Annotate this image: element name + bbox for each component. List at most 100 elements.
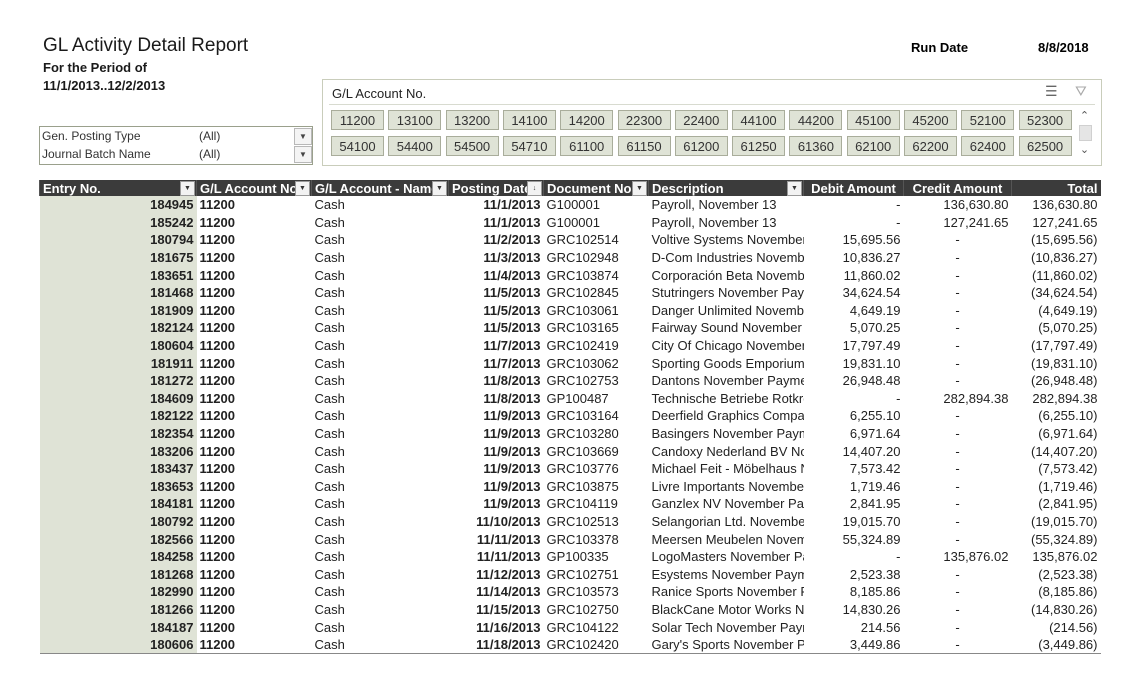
slicer-item-52300[interactable]: 52300 [1018,110,1072,130]
filter-dropdown-icon[interactable]: ▼ [632,181,647,196]
document-no-cell: GP100487 [546,390,609,406]
clear-filter-icon[interactable]: ⛛ [1075,83,1087,100]
dropdown-arrow-icon[interactable]: ▼ [294,128,312,145]
table-row: 181266 11200 Cash 11/15/2013 GRC102750 BlackC… [39,600,1101,619]
table-row: 181272 11200 Cash 11/8/2013 GRC102753 Dantons… [39,371,1101,390]
filter-journal-batch-name[interactable]: Journal Batch Name (All) ▼ [40,145,312,163]
entry-no-cell: 184945 [39,196,197,214]
debit-amount-cell: 3,449.86 [803,635,904,655]
filter-gen-posting-type[interactable]: Gen. Posting Type (All) ▼ [40,127,312,145]
filter-dropdown-icon[interactable]: ▼ [295,181,310,196]
entry-no-cell: 180604 [39,336,197,355]
description-cell: Michael Feit - Möbelhaus November [651,461,804,477]
entry-no-cell: 183653 [39,477,197,496]
slicer-item-61150[interactable]: 61150 [617,136,671,156]
slicer-item-14200[interactable]: 14200 [560,110,614,130]
gl-account-name-cell: Cash [314,267,345,283]
slicer-item-22400[interactable]: 22400 [674,110,728,130]
gl-account-no-cell: 11200 [199,461,235,477]
table-row: 181675 11200 Cash 11/3/2013 GRC102948 D-Com I… [39,248,1101,267]
gl-account-no-cell: 11200 [199,338,235,354]
slicer-item-44100[interactable]: 44100 [732,110,786,130]
gl-account-name-cell: Cash [314,373,345,389]
entry-no-cell: 184181 [39,495,197,513]
description-cell: BlackCane Motor Works November [651,601,804,617]
slicer-item-11200[interactable]: 11200 [331,110,384,130]
multi-select-icon[interactable]: ☰ [1045,83,1058,100]
col-document-no[interactable]: Document No. ▼ [543,180,649,196]
col-gl-account-no[interactable]: G/L Account No. ▼ [196,180,312,196]
run-date-value: 8/8/2018 [1038,40,1089,55]
credit-amount-cell: - [955,250,960,266]
credit-amount-cell: - [955,619,960,635]
slicer-item-61100[interactable]: 61100 [560,136,614,156]
table-row: 184258 11200 Cash 11/11/2013 GP100335 LogoMas… [39,547,1101,566]
gl-account-no-cell: 11200 [199,302,235,318]
posting-date-cell: 11/9/2013 [483,426,541,442]
document-no-cell: GRC103165 [546,320,619,336]
total-cell: (4,649.19) [1038,302,1098,318]
col-gl-account-name[interactable]: G/L Account - Name ▼ [311,180,449,196]
entry-no-cell: 182566 [39,530,197,548]
dropdown-arrow-icon[interactable]: ▼ [294,146,312,163]
description-cell: Dantons November Payment [651,373,804,389]
col-entry-no[interactable]: Entry No. ▼ [39,180,197,196]
description-cell: Candoxy Nederland BV November [651,443,804,459]
entry-no-cell: 181268 [39,565,197,584]
slicer-item-54400[interactable]: 54400 [388,136,442,156]
slicer-item-45200[interactable]: 45200 [904,110,957,130]
entry-no-cell: 182122 [39,407,197,425]
credit-amount-cell: - [955,584,960,600]
sort-ascending-icon[interactable]: ↓ [527,181,542,196]
slicer-item-44200[interactable]: 44200 [789,110,843,130]
debit-amount-cell: 11,860.02 [843,267,901,283]
slicer-item-61250[interactable]: 61250 [732,136,786,156]
slicer-item-13200[interactable]: 13200 [445,110,499,130]
posting-date-cell: 11/2/2013 [483,232,541,248]
debit-amount-cell: 55,324.89 [842,531,901,547]
slicer-item-62500[interactable]: 62500 [1018,136,1072,156]
slicer-scrollbar[interactable]: ⌃ ⌄ [1076,109,1093,157]
slicer-item-61200[interactable]: 61200 [674,136,728,156]
table-row: 183437 11200 Cash 11/9/2013 GRC103776 Michael… [39,459,1101,478]
debit-amount-cell: 2,841.95 [849,496,901,512]
slicer-divider [329,104,1095,105]
scroll-down-icon[interactable]: ⌄ [1076,143,1093,157]
col-posting-date[interactable]: Posting Date ↓ [448,180,544,196]
table-row: 181468 11200 Cash 11/5/2013 GRC102845 Stutrin… [39,283,1101,302]
gl-account-no-cell: 11200 [199,250,235,266]
slicer-item-62100[interactable]: 62100 [846,136,900,156]
table-row: 184609 11200 Cash 11/8/2013 GP100487 Technisc… [39,389,1101,408]
debit-amount-cell: 17,797.49 [842,338,901,354]
gl-account-name-cell: Cash [314,531,345,547]
posting-date-cell: 11/1/2013 [483,197,541,213]
slicer-item-54100[interactable]: 54100 [331,136,384,156]
slicer-item-54500[interactable]: 54500 [445,136,499,156]
filter-dropdown-icon[interactable]: ▼ [180,181,195,196]
filter-dropdown-icon[interactable]: ▼ [432,181,447,196]
slicer-item-45100[interactable]: 45100 [846,110,900,130]
col-credit-amount: Credit Amount [903,180,1012,196]
filter-dropdown-icon[interactable]: ▼ [787,181,802,196]
document-no-cell: G100001 [546,197,601,213]
debit-amount-cell: 19,831.10 [842,355,901,371]
debit-amount-cell: 6,255.10 [849,408,901,424]
posting-date-cell: 11/5/2013 [483,320,541,336]
scroll-up-icon[interactable]: ⌃ [1076,109,1093,123]
description-cell: Gary's Sports November Payment [648,635,804,655]
scroll-thumb[interactable] [1079,125,1092,141]
col-description[interactable]: Description ▼ [648,180,804,196]
slicer-item-13100[interactable]: 13100 [388,110,442,130]
slicer-item-62200[interactable]: 62200 [904,136,957,156]
credit-amount-cell: - [955,531,960,547]
slicer-item-14100[interactable]: 14100 [502,110,556,130]
slicer-item-62400[interactable]: 62400 [961,136,1015,156]
entry-no-cell: 183206 [39,442,197,460]
gl-account-name-cell: Cash [314,214,345,230]
period-value: 11/1/2013..12/2/2013 [43,78,166,93]
slicer-item-61360[interactable]: 61360 [789,136,843,156]
slicer-item-54710[interactable]: 54710 [502,136,556,156]
slicer-item-52100[interactable]: 52100 [961,110,1015,130]
slicer-item-22300[interactable]: 22300 [617,110,671,130]
entry-no-cell: 184187 [39,618,197,636]
